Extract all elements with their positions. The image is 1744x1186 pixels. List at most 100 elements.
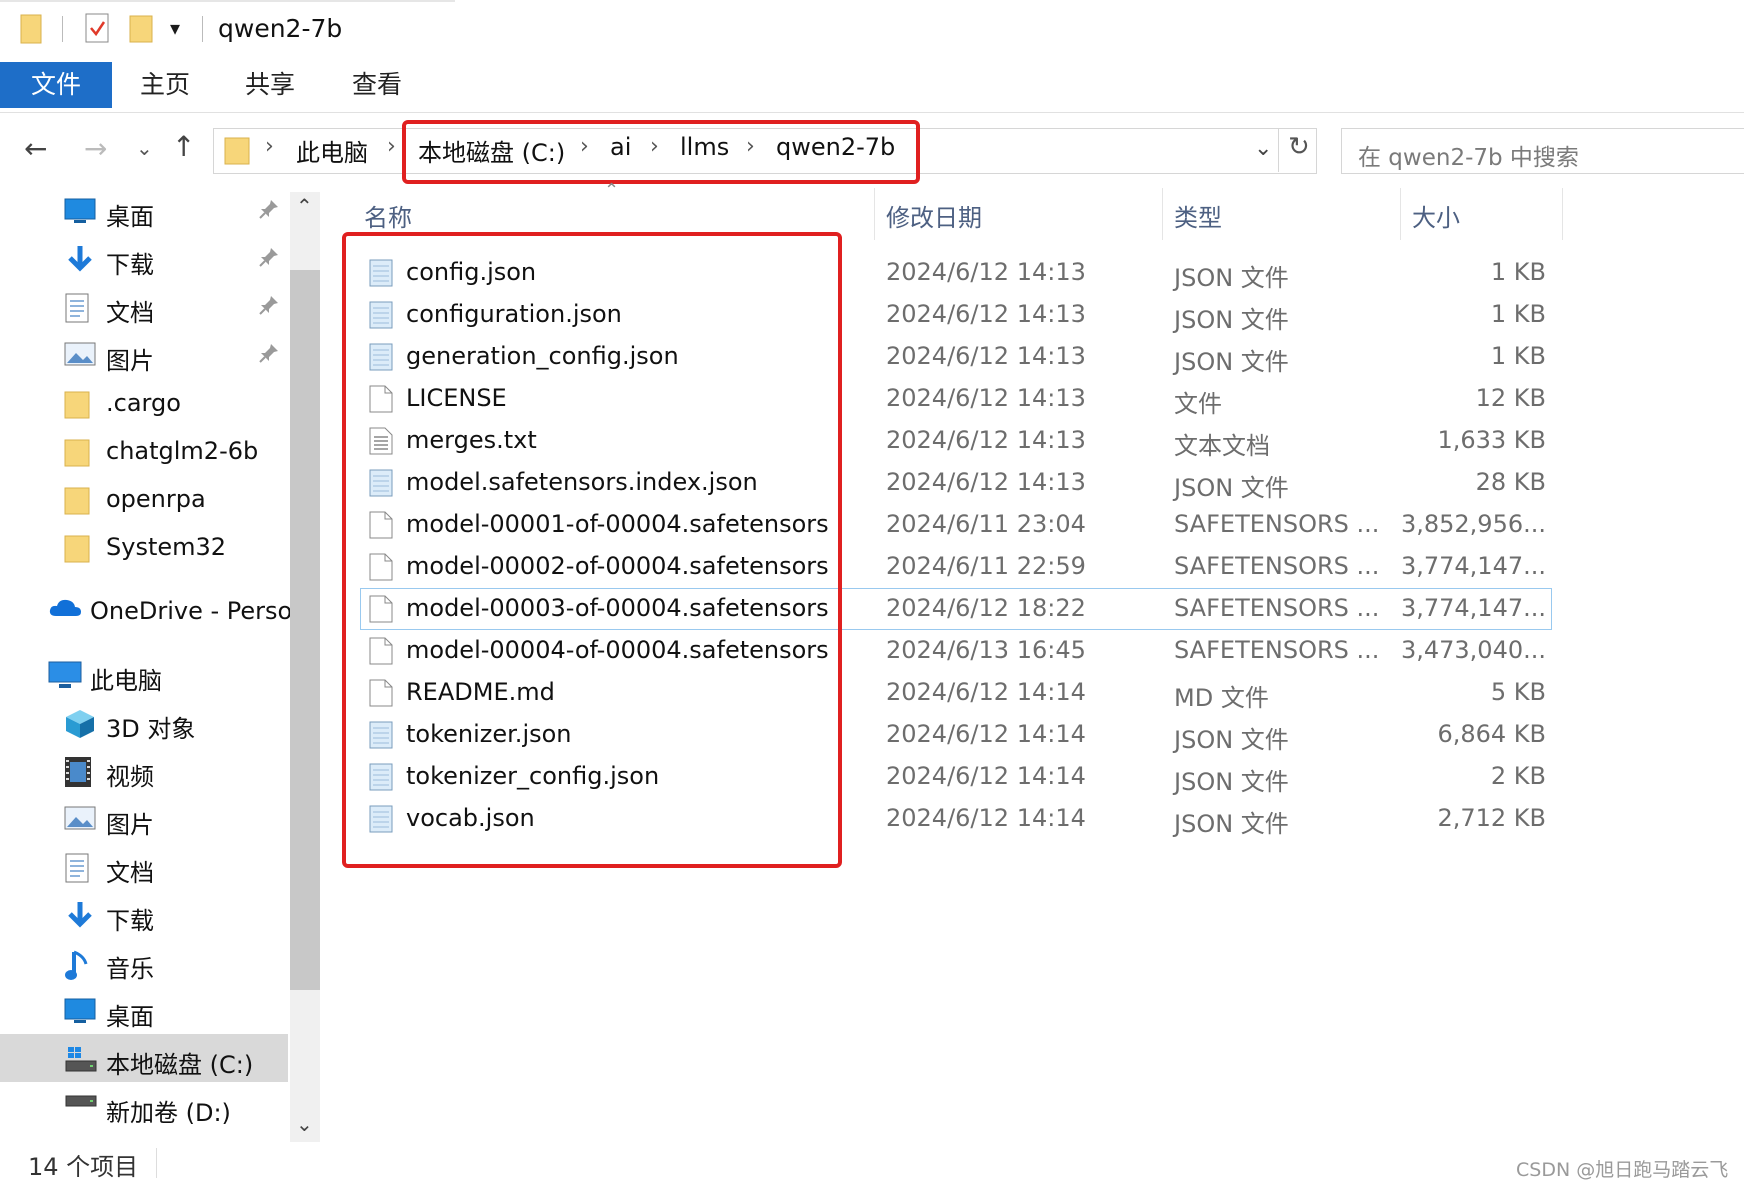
file-list-highlight-box — [342, 232, 842, 868]
scroll-down-icon[interactable]: ⌄ — [296, 1112, 313, 1136]
nav-item[interactable]: .cargo — [0, 380, 288, 426]
file-date: 2024/6/11 22:59 — [886, 552, 1086, 580]
file-type: SAFETENSORS ... — [1174, 552, 1380, 580]
column-separator[interactable] — [1162, 188, 1163, 240]
tab-file[interactable]: 文件 — [0, 62, 112, 108]
file-type: 文件 — [1174, 390, 1222, 418]
file-date: 2024/6/12 14:13 — [886, 300, 1086, 328]
customize-quick-access-icon[interactable]: ▾ — [170, 16, 180, 40]
nav-item[interactable]: openrpa — [0, 476, 288, 522]
pin-icon[interactable] — [258, 294, 280, 316]
nav-item[interactable]: 音乐 — [0, 940, 288, 986]
breadcrumb-chevron-icon[interactable]: › — [387, 134, 396, 159]
column-separator[interactable] — [874, 188, 875, 240]
up-arrow-icon[interactable]: ↑ — [172, 130, 195, 163]
breadcrumb-chevron-icon[interactable]: › — [265, 134, 274, 159]
file-size: 1 KB — [1490, 300, 1546, 328]
nav-item[interactable]: 文档 — [0, 284, 288, 330]
nav-item-label: OneDrive - Perso — [90, 597, 293, 625]
pin-icon[interactable] — [258, 342, 280, 364]
nav-item[interactable]: 桌面 — [0, 188, 288, 234]
back-arrow-icon[interactable]: ← — [24, 132, 47, 165]
file-type: JSON 文件 — [1174, 474, 1289, 502]
tab-home[interactable]: 主页 — [140, 62, 190, 108]
file-type: SAFETENSORS ... — [1174, 636, 1380, 664]
file-size: 2,712 KB — [1437, 804, 1546, 832]
file-date: 2024/6/12 14:13 — [886, 384, 1086, 412]
nav-item-label: 本地磁盘 (C:) — [106, 1051, 254, 1079]
nav-item-label: 新加卷 (D:) — [106, 1099, 231, 1127]
tab-share[interactable]: 共享 — [245, 62, 295, 108]
music-icon — [64, 948, 90, 982]
quick-access-separator — [62, 16, 63, 42]
forward-arrow-icon[interactable]: → — [84, 132, 107, 165]
column-header-name[interactable]: 名称 — [364, 198, 412, 233]
address-highlight-box — [402, 120, 920, 184]
scroll-up-icon[interactable]: ⌃ — [296, 194, 313, 218]
nav-item-label: .cargo — [106, 389, 181, 417]
address-folder-icon — [224, 134, 250, 166]
pin-icon[interactable] — [258, 246, 280, 268]
address-dropdown-icon[interactable]: ⌄ — [1254, 136, 1272, 161]
file-date: 2024/6/12 14:14 — [886, 804, 1086, 832]
file-type: JSON 文件 — [1174, 306, 1289, 334]
file-date: 2024/6/12 14:14 — [886, 678, 1086, 706]
nav-item[interactable]: 视频 — [0, 748, 288, 794]
document-icon — [64, 852, 90, 884]
column-header-type[interactable]: 类型 — [1174, 198, 1222, 233]
column-header-size[interactable]: 大小 — [1412, 198, 1460, 233]
nav-item-label: 文档 — [106, 299, 154, 327]
tab-view[interactable]: 查看 — [352, 62, 402, 108]
breadcrumb-this-pc[interactable]: 此电脑 — [296, 133, 368, 168]
file-size: 6,864 KB — [1437, 720, 1546, 748]
file-date: 2024/6/13 16:45 — [886, 636, 1086, 664]
file-type: JSON 文件 — [1174, 768, 1289, 796]
properties-icon[interactable] — [84, 12, 110, 44]
nav-item-label: 下载 — [106, 251, 154, 279]
search-input[interactable]: 在 qwen2-7b 中搜索 — [1358, 138, 1579, 172]
recent-locations-chevron-icon[interactable]: ⌄ — [136, 136, 153, 160]
nav-item[interactable]: OneDrive - Perso — [0, 588, 292, 634]
nav-item[interactable]: 下载 — [0, 892, 288, 938]
nav-item[interactable]: 图片 — [0, 796, 288, 842]
pin-icon[interactable] — [258, 198, 280, 220]
nav-item[interactable]: 3D 对象 — [0, 700, 288, 746]
file-size: 3,774,147... — [1400, 552, 1546, 580]
address-separator — [1278, 128, 1279, 172]
column-separator[interactable] — [1400, 188, 1401, 240]
column-header-date[interactable]: 修改日期 — [886, 198, 982, 233]
folder-icon — [20, 12, 42, 44]
folder-icon — [64, 436, 90, 468]
file-size: 12 KB — [1475, 384, 1546, 412]
nav-item[interactable]: 下载 — [0, 236, 288, 282]
download-icon — [64, 900, 96, 932]
nav-item-label: 3D 对象 — [106, 715, 196, 743]
refresh-icon[interactable]: ↻ — [1288, 132, 1310, 162]
status-separator — [156, 1148, 157, 1178]
nav-scrollbar-thumb[interactable] — [290, 270, 320, 990]
nav-item[interactable]: 桌面 — [0, 988, 288, 1034]
file-type: MD 文件 — [1174, 684, 1269, 712]
file-date: 2024/6/12 18:22 — [886, 594, 1086, 622]
file-size: 2 KB — [1490, 762, 1546, 790]
nav-item[interactable]: System32 — [0, 524, 288, 570]
nav-item[interactable]: 此电脑 — [0, 652, 288, 698]
nav-item[interactable]: 文档 — [0, 844, 288, 890]
nav-item-label: 图片 — [106, 347, 154, 375]
column-separator[interactable] — [1562, 188, 1563, 240]
download-icon — [64, 244, 96, 276]
desktop-icon — [64, 996, 96, 1024]
new-folder-icon[interactable] — [128, 12, 154, 44]
nav-item-label: 视频 — [106, 763, 154, 791]
file-size: 1,633 KB — [1437, 426, 1546, 454]
nav-item-label: 音乐 — [106, 955, 154, 983]
file-size: 5 KB — [1490, 678, 1546, 706]
pictures-icon — [64, 804, 96, 832]
nav-item[interactable]: chatglm2-6b — [0, 428, 288, 474]
nav-item[interactable]: 新加卷 (D:) — [0, 1084, 288, 1130]
title-separator — [202, 16, 203, 42]
nav-item[interactable]: 本地磁盘 (C:) — [0, 1036, 288, 1082]
window-title: qwen2-7b — [218, 14, 343, 43]
file-type: SAFETENSORS ... — [1174, 510, 1380, 538]
nav-item[interactable]: 图片 — [0, 332, 288, 378]
